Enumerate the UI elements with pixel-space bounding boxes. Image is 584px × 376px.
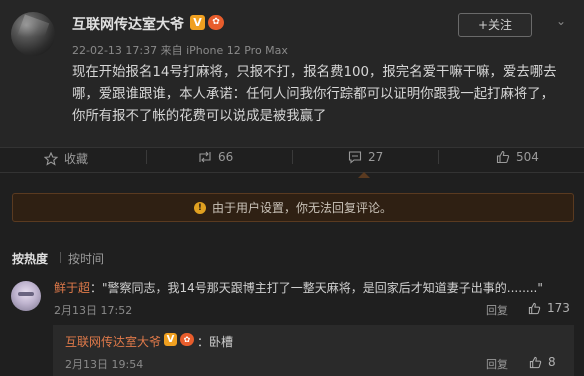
reply-like-button[interactable]: 8	[529, 355, 556, 369]
comment-body: 鲜于超："警察同志，我14号那天跟博主打了一整天麻将，是回家后才知道妻子出事的.…	[54, 279, 574, 296]
author-name[interactable]: 互联网传达室大爷	[72, 14, 184, 34]
member-level-icon: ✿	[180, 333, 194, 346]
comment-time: 2月13日 17:52	[54, 304, 133, 317]
reply-time: 2月13日 19:54	[65, 358, 144, 371]
repost-button[interactable]: 66	[198, 150, 233, 164]
like-button[interactable]: 504	[496, 150, 539, 164]
member-level-icon: ✿	[208, 15, 224, 30]
reply-restricted-notice: ! 由于用户设置，你无法回复评论。	[12, 193, 574, 222]
notice-pointer	[358, 172, 370, 178]
reply-text: ：卧槽	[197, 335, 234, 349]
warning-icon: !	[193, 201, 206, 214]
commenter-avatar[interactable]	[11, 281, 41, 311]
author-avatar[interactable]	[11, 12, 55, 56]
divider	[0, 172, 584, 173]
commenter-name[interactable]: 鲜于超	[54, 281, 90, 295]
comment-count: 27	[368, 150, 384, 164]
thumbs-up-icon	[528, 302, 541, 314]
comment-text: ："警察同志，我14号那天跟博主打了一整天麻将，是回家后才知道妻子出事的....…	[90, 281, 543, 295]
favorite-label: 收藏	[64, 152, 89, 166]
comment-like-count: 173	[547, 301, 570, 315]
weibo-post: 互联网传达室大爷 V ✿ 22-02-13 17:37 来自 iPhone 12…	[0, 0, 584, 148]
comment-reply-button[interactable]: 回复	[486, 302, 508, 318]
follow-button[interactable]: +关注	[458, 13, 532, 37]
reply-author-name[interactable]: 互联网传达室大爷	[65, 333, 161, 350]
like-count: 504	[516, 150, 539, 164]
chevron-down-icon[interactable]: ⌄	[556, 14, 566, 28]
divider	[146, 150, 147, 164]
thumbs-up-icon	[529, 356, 542, 368]
divider	[0, 147, 584, 148]
sort-by-time-tab[interactable]: 按时间	[68, 250, 104, 267]
reply-thread: 互联网传达室大爷 V ✿ ：卧槽 2月13日 19:54 回复 8	[53, 325, 574, 376]
comment-icon	[348, 151, 362, 164]
comment-button[interactable]: 27	[348, 150, 383, 164]
sort-by-hot-tab[interactable]: 按热度	[12, 250, 48, 267]
comment-like-button[interactable]: 173	[528, 301, 570, 315]
divider	[60, 252, 61, 263]
repost-icon	[199, 151, 211, 163]
reply-like-count: 8	[548, 355, 556, 369]
thumbs-up-icon	[496, 150, 510, 164]
verified-badge-icon: V	[164, 333, 177, 346]
repost-count: 66	[218, 150, 234, 164]
divider	[438, 150, 439, 164]
reply-reply-button[interactable]: 回复	[486, 356, 508, 372]
star-icon	[44, 151, 58, 166]
post-meta: 22-02-13 17:37 来自 iPhone 12 Pro Max	[72, 44, 288, 57]
notice-text: 由于用户设置，你无法回复评论。	[211, 201, 392, 215]
divider	[292, 150, 293, 164]
post-text: 现在开始报名14号打麻将，只报不打，报名费100，报完名爱干嘛干嘛，爱去哪去哪，…	[72, 65, 557, 124]
favorite-button[interactable]: 收藏	[44, 150, 88, 167]
verified-badge-icon: V	[190, 15, 205, 30]
